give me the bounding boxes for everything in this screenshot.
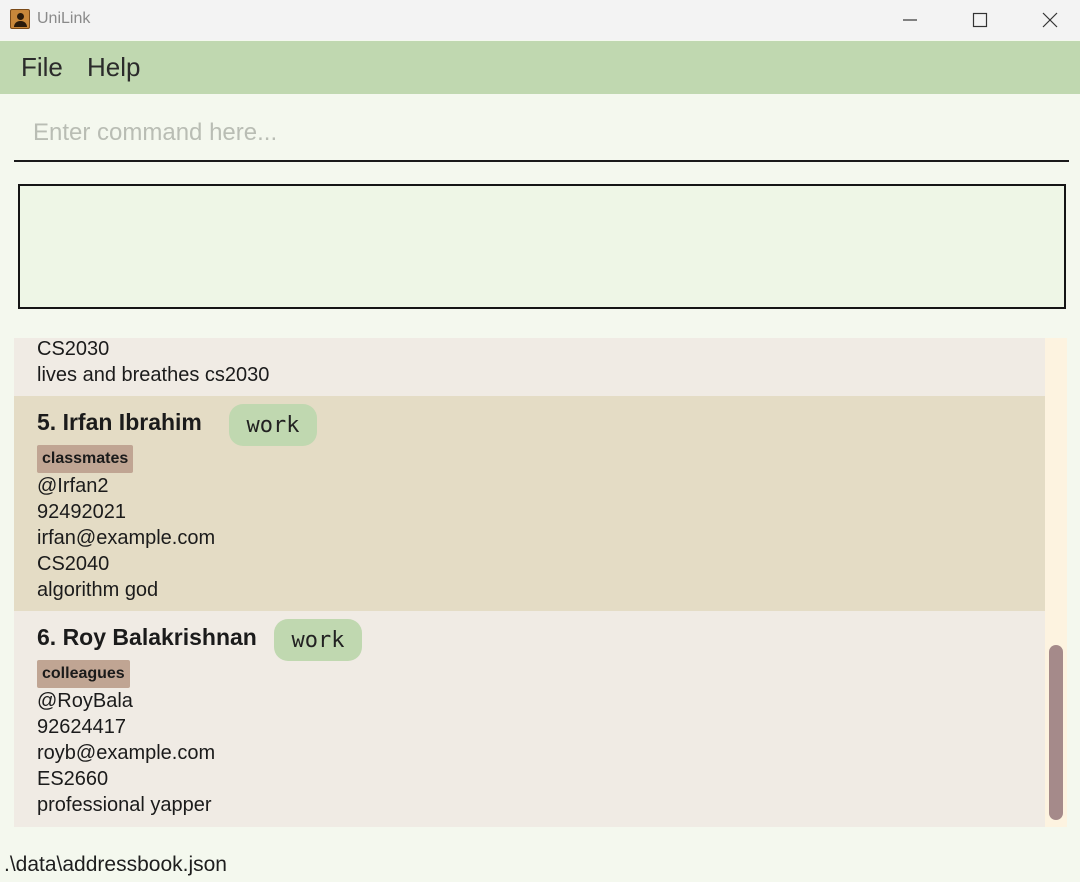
command-input[interactable] (14, 106, 1069, 162)
minimize-button[interactable] (875, 0, 945, 40)
maximize-button[interactable] (945, 0, 1015, 40)
person-list[interactable]: CS2030 lives and breathes cs2030 5. Irfa… (14, 338, 1067, 827)
maximize-icon (972, 12, 988, 28)
work-chip: work (229, 404, 317, 446)
person-remark: algorithm god (37, 579, 159, 601)
person-card[interactable]: 6. Roy Balakrishnan work colleagues @Roy… (14, 611, 1045, 827)
person-name: 5. Irfan Ibrahim (37, 409, 202, 435)
person-remark: professional yapper (37, 794, 212, 816)
person-handle: @Irfan2 (37, 475, 109, 497)
person-handle: @RoyBala (37, 690, 133, 712)
title-bar: UniLink (0, 0, 1080, 40)
person-tag: classmates (37, 445, 134, 473)
person-module: CS2040 (37, 553, 110, 575)
close-icon (1042, 12, 1058, 28)
scrollbar-thumb[interactable] (1049, 645, 1063, 820)
person-module: CS2030 (37, 338, 110, 360)
status-bar-path: .\data\addressbook.json (4, 853, 227, 876)
window-title: UniLink (37, 10, 91, 27)
person-phone: 92624417 (37, 716, 126, 738)
person-phone: 92492021 (37, 501, 126, 523)
minimize-icon (903, 19, 917, 21)
person-tag: colleagues (37, 660, 130, 688)
menu-file[interactable]: File (21, 52, 63, 83)
person-card[interactable]: 5. Irfan Ibrahim work classmates @Irfan2… (14, 396, 1045, 611)
address-book-icon (10, 9, 30, 29)
person-name: 6. Roy Balakrishnan (37, 624, 257, 650)
person-email: irfan@example.com (37, 527, 216, 549)
person-remark: lives and breathes cs2030 (37, 364, 270, 386)
work-chip: work (274, 619, 362, 661)
menu-help[interactable]: Help (87, 52, 140, 83)
person-card[interactable]: CS2030 lives and breathes cs2030 (14, 338, 1045, 396)
result-display[interactable] (18, 184, 1066, 309)
person-module: ES2660 (37, 768, 109, 790)
person-email: royb@example.com (37, 742, 216, 764)
close-button[interactable] (1015, 0, 1080, 40)
menu-bar: File Help (0, 41, 1080, 94)
